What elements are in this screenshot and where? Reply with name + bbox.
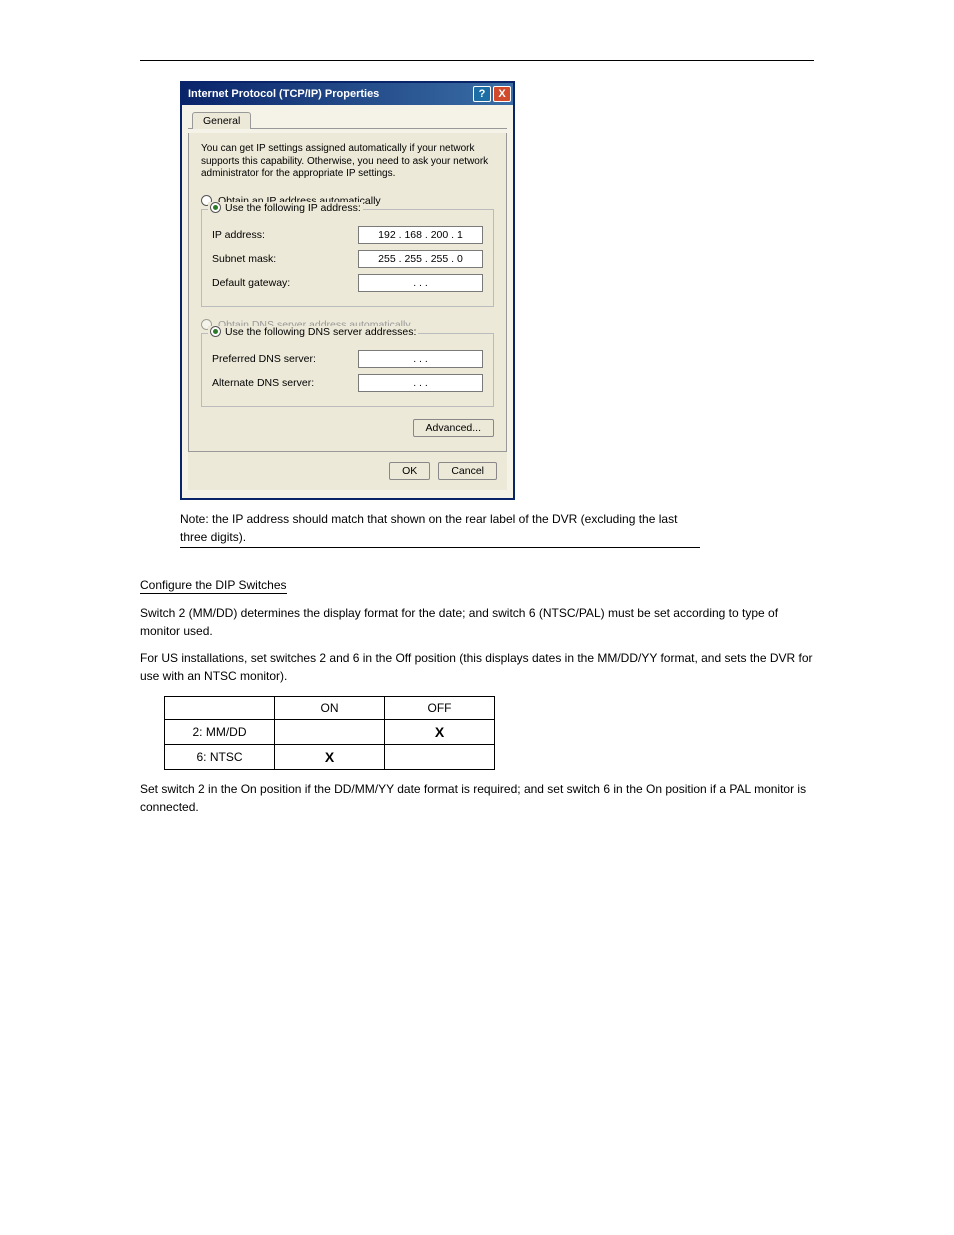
cell [275,719,385,744]
help-text: You can get IP settings assigned automat… [201,143,494,181]
table-row: 6: NTSC X [165,744,495,769]
cell: 2: MM/DD [165,719,275,744]
cancel-button[interactable]: Cancel [438,462,497,480]
ok-button[interactable]: OK [389,462,430,480]
dialog-title: Internet Protocol (TCP/IP) Properties [188,88,379,100]
dip-switch-table: ON OFF 2: MM/DD X 6: NTSC X [164,696,495,770]
subnet-label: Subnet mask: [212,253,276,265]
radio-use-ip[interactable]: Use the following IP address: [208,202,363,214]
cell: ON [275,696,385,719]
cell [385,744,495,769]
radio-icon [210,202,221,213]
divider-top [140,60,814,61]
pref-dns-label: Preferred DNS server: [212,353,316,365]
cell: X [275,744,385,769]
tabstrip: General [188,111,507,129]
note-text: Note: the IP address should match that s… [180,510,700,548]
ip-address-label: IP address: [212,229,265,241]
dns-fieldset: Use the following DNS server addresses: … [201,333,494,407]
paragraph-1: Switch 2 (MM/DD) determines the display … [140,604,814,641]
tcpip-properties-dialog: Internet Protocol (TCP/IP) Properties ? … [180,81,515,500]
cell: X [385,719,495,744]
alt-dns-input[interactable]: . . . [358,374,483,392]
ip-fieldset: Use the following IP address: IP address… [201,209,494,307]
paragraph-2: For US installations, set switches 2 and… [140,649,814,686]
dialog-screenshot: Internet Protocol (TCP/IP) Properties ? … [180,81,814,500]
table-row: 2: MM/DD X [165,719,495,744]
close-icon[interactable]: X [493,86,511,102]
alt-dns-label: Alternate DNS server: [212,377,314,389]
section-heading: Configure the DIP Switches [140,578,814,592]
cell: OFF [385,696,495,719]
ip-address-input[interactable]: 192 . 168 . 200 . 1 [358,226,483,244]
table-row: ON OFF [165,696,495,719]
cell: 6: NTSC [165,744,275,769]
pref-dns-input[interactable]: . . . [358,350,483,368]
radio-use-dns[interactable]: Use the following DNS server addresses: [208,326,418,338]
help-icon[interactable]: ? [473,86,491,102]
gateway-label: Default gateway: [212,277,290,289]
cell [165,696,275,719]
advanced-button[interactable]: Advanced... [413,419,494,437]
paragraph-3: Set switch 2 in the On position if the D… [140,780,814,817]
gateway-input[interactable]: . . . [358,274,483,292]
titlebar: Internet Protocol (TCP/IP) Properties ? … [182,83,513,105]
radio-label: Use the following DNS server addresses: [225,326,416,338]
tab-general[interactable]: General [192,112,251,129]
radio-icon [210,326,221,337]
subnet-input[interactable]: 255 . 255 . 255 . 0 [358,250,483,268]
radio-label: Use the following IP address: [225,202,361,214]
